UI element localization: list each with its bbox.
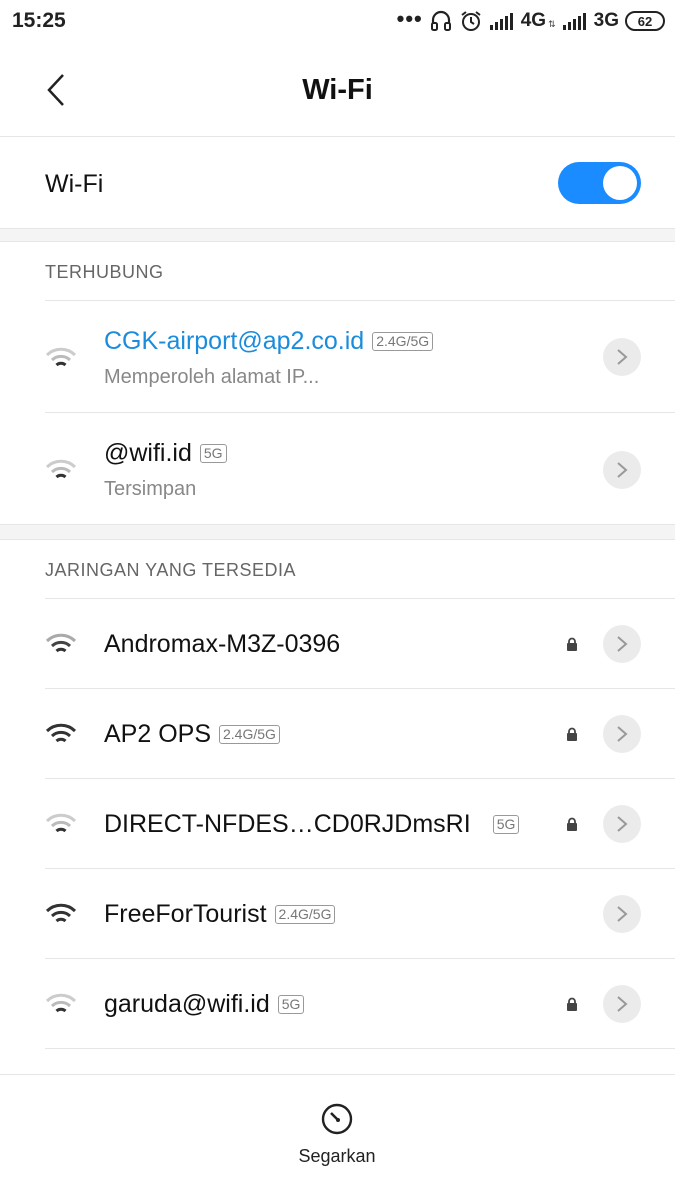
status-bar: 15:25 ••• 4G ⇅ 3G 62 bbox=[0, 0, 675, 44]
more-notifications-icon: ••• bbox=[396, 6, 423, 31]
headset-icon bbox=[430, 10, 451, 31]
band-badge: 2.4G/5G bbox=[274, 905, 336, 924]
wifi-signal-icon bbox=[45, 723, 77, 743]
wifi-signal-icon bbox=[45, 347, 77, 367]
band-badge: 5G bbox=[492, 815, 520, 834]
network-type-2: 3G bbox=[593, 10, 619, 31]
alarm-icon bbox=[461, 11, 481, 31]
band-badge: 5G bbox=[199, 444, 227, 463]
wifi-signal-icon bbox=[45, 633, 77, 653]
wifi-signal-icon bbox=[45, 813, 77, 833]
network-name: FreeForTourist bbox=[104, 900, 267, 928]
data-activity-icon: ⇅ bbox=[548, 18, 556, 29]
network-details-button[interactable] bbox=[603, 895, 641, 933]
available-network-row[interactable]: AP2 OPS 2.4G/5G bbox=[0, 689, 675, 778]
signal-strength-icon bbox=[562, 13, 586, 30]
network-details-button[interactable] bbox=[603, 805, 641, 843]
bottom-bar-divider bbox=[0, 1074, 675, 1075]
network-name: @wifi.id bbox=[104, 439, 192, 467]
refresh-label: Segarkan bbox=[298, 1146, 376, 1166]
chevron-right-icon bbox=[617, 726, 628, 742]
wifi-toggle-row[interactable]: Wi-Fi bbox=[0, 138, 675, 228]
section-divider bbox=[0, 524, 675, 540]
lock-icon bbox=[567, 637, 577, 651]
wifi-toggle-label: Wi-Fi bbox=[45, 170, 104, 198]
available-network-row[interactable]: DIRECT-NFDES…CD0RJDmsRI 5G bbox=[0, 779, 675, 868]
lock-icon bbox=[567, 727, 577, 741]
network-details-button[interactable] bbox=[603, 338, 641, 376]
network-status: Tersimpan bbox=[104, 478, 197, 500]
refresh-button[interactable]: Segarkan bbox=[287, 1098, 387, 1178]
wifi-signal-icon bbox=[45, 993, 77, 1013]
chevron-right-icon bbox=[617, 816, 628, 832]
band-badge: 5G bbox=[277, 995, 305, 1014]
chevron-right-icon bbox=[617, 462, 628, 478]
network-details-button[interactable] bbox=[603, 985, 641, 1023]
network-details-button[interactable] bbox=[603, 625, 641, 663]
lock-icon bbox=[567, 997, 577, 1011]
network-name: Andromax-M3Z-0396 bbox=[104, 630, 341, 658]
lock-icon bbox=[567, 817, 577, 831]
available-network-row[interactable]: Andromax-M3Z-0396 bbox=[0, 599, 675, 688]
refresh-icon bbox=[321, 1103, 353, 1135]
chevron-right-icon bbox=[617, 349, 628, 365]
section-divider bbox=[0, 228, 675, 242]
network-name: AP2 OPS bbox=[104, 720, 211, 748]
network-status: Memperoleh alamat IP... bbox=[104, 366, 320, 388]
network-details-button[interactable] bbox=[603, 715, 641, 753]
band-badge: 2.4G/5G bbox=[219, 725, 280, 744]
available-network-row[interactable]: FreeForTourist 2.4G/5G bbox=[0, 869, 675, 958]
connected-network-row[interactable]: @wifi.id 5G Tersimpan bbox=[0, 413, 675, 524]
connected-network-row[interactable]: CGK-airport@ap2.co.id 2.4G/5G Memperoleh… bbox=[0, 301, 675, 412]
section-title-connected: TERHUBUNG bbox=[45, 262, 164, 282]
section-title-available: JARINGAN YANG TERSEDIA bbox=[45, 560, 297, 580]
signal-strength-icon bbox=[489, 13, 513, 30]
network-name: DIRECT-NFDES…CD0RJDmsRI bbox=[104, 810, 471, 838]
band-badge: 2.4G/5G bbox=[372, 332, 434, 351]
divider bbox=[45, 1048, 675, 1049]
status-time: 15:25 bbox=[12, 9, 66, 32]
chevron-right-icon bbox=[617, 636, 628, 652]
network-name: CGK-airport@ap2.co.id bbox=[104, 327, 365, 355]
app-header: Wi-Fi bbox=[0, 44, 675, 137]
toggle-knob bbox=[603, 166, 637, 200]
page-title: Wi-Fi bbox=[302, 74, 373, 106]
chevron-right-icon bbox=[617, 996, 628, 1012]
network-name: garuda@wifi.id bbox=[104, 990, 270, 1018]
battery-icon: 62 bbox=[625, 11, 665, 31]
wifi-toggle-switch[interactable] bbox=[558, 162, 641, 204]
chevron-right-icon bbox=[617, 906, 628, 922]
network-details-button[interactable] bbox=[603, 451, 641, 489]
available-network-row[interactable]: garuda@wifi.id 5G bbox=[0, 959, 675, 1048]
wifi-signal-icon bbox=[45, 459, 77, 479]
network-type-1: 4G bbox=[520, 10, 547, 31]
wifi-signal-icon bbox=[45, 903, 77, 923]
